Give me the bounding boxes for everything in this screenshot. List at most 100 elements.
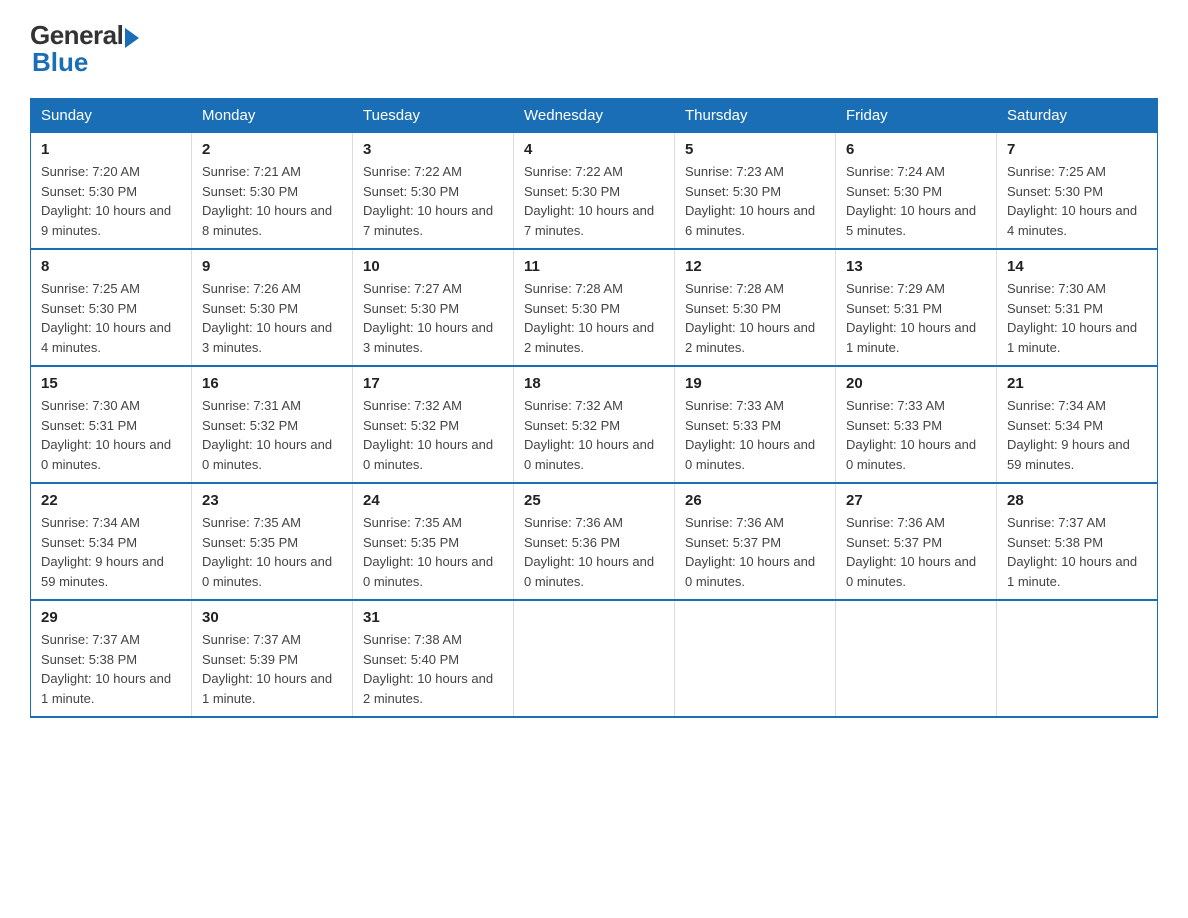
day-info: Sunrise: 7:38 AMSunset: 5:40 PMDaylight:… (363, 630, 503, 708)
day-number: 2 (202, 141, 342, 158)
day-number: 24 (363, 492, 503, 509)
calendar-cell (836, 600, 997, 717)
logo: General Blue (30, 20, 139, 78)
calendar-cell: 4 Sunrise: 7:22 AMSunset: 5:30 PMDayligh… (514, 133, 675, 250)
header-tuesday: Tuesday (353, 99, 514, 133)
calendar-cell: 15 Sunrise: 7:30 AMSunset: 5:31 PMDaylig… (31, 366, 192, 483)
day-info: Sunrise: 7:22 AMSunset: 5:30 PMDaylight:… (363, 162, 503, 240)
calendar-week-row: 8 Sunrise: 7:25 AMSunset: 5:30 PMDayligh… (31, 249, 1158, 366)
calendar-week-row: 1 Sunrise: 7:20 AMSunset: 5:30 PMDayligh… (31, 133, 1158, 250)
day-info: Sunrise: 7:35 AMSunset: 5:35 PMDaylight:… (363, 513, 503, 591)
day-info: Sunrise: 7:35 AMSunset: 5:35 PMDaylight:… (202, 513, 342, 591)
calendar-cell: 21 Sunrise: 7:34 AMSunset: 5:34 PMDaylig… (997, 366, 1158, 483)
calendar-cell: 20 Sunrise: 7:33 AMSunset: 5:33 PMDaylig… (836, 366, 997, 483)
header-monday: Monday (192, 99, 353, 133)
calendar-cell: 1 Sunrise: 7:20 AMSunset: 5:30 PMDayligh… (31, 133, 192, 250)
day-number: 10 (363, 258, 503, 275)
day-number: 29 (41, 609, 181, 626)
day-info: Sunrise: 7:23 AMSunset: 5:30 PMDaylight:… (685, 162, 825, 240)
day-info: Sunrise: 7:25 AMSunset: 5:30 PMDaylight:… (41, 279, 181, 357)
day-info: Sunrise: 7:27 AMSunset: 5:30 PMDaylight:… (363, 279, 503, 357)
day-info: Sunrise: 7:21 AMSunset: 5:30 PMDaylight:… (202, 162, 342, 240)
calendar-cell: 26 Sunrise: 7:36 AMSunset: 5:37 PMDaylig… (675, 483, 836, 600)
calendar-cell: 19 Sunrise: 7:33 AMSunset: 5:33 PMDaylig… (675, 366, 836, 483)
day-info: Sunrise: 7:32 AMSunset: 5:32 PMDaylight:… (524, 396, 664, 474)
calendar-cell: 30 Sunrise: 7:37 AMSunset: 5:39 PMDaylig… (192, 600, 353, 717)
day-number: 7 (1007, 141, 1147, 158)
day-info: Sunrise: 7:30 AMSunset: 5:31 PMDaylight:… (41, 396, 181, 474)
day-number: 28 (1007, 492, 1147, 509)
day-info: Sunrise: 7:28 AMSunset: 5:30 PMDaylight:… (685, 279, 825, 357)
calendar-cell: 2 Sunrise: 7:21 AMSunset: 5:30 PMDayligh… (192, 133, 353, 250)
day-info: Sunrise: 7:28 AMSunset: 5:30 PMDaylight:… (524, 279, 664, 357)
calendar-cell: 16 Sunrise: 7:31 AMSunset: 5:32 PMDaylig… (192, 366, 353, 483)
calendar-cell: 6 Sunrise: 7:24 AMSunset: 5:30 PMDayligh… (836, 133, 997, 250)
day-info: Sunrise: 7:30 AMSunset: 5:31 PMDaylight:… (1007, 279, 1147, 357)
day-number: 15 (41, 375, 181, 392)
header-wednesday: Wednesday (514, 99, 675, 133)
calendar-week-row: 22 Sunrise: 7:34 AMSunset: 5:34 PMDaylig… (31, 483, 1158, 600)
calendar-cell: 13 Sunrise: 7:29 AMSunset: 5:31 PMDaylig… (836, 249, 997, 366)
day-info: Sunrise: 7:36 AMSunset: 5:37 PMDaylight:… (685, 513, 825, 591)
calendar-cell: 22 Sunrise: 7:34 AMSunset: 5:34 PMDaylig… (31, 483, 192, 600)
calendar-cell (514, 600, 675, 717)
logo-blue-text: Blue (32, 47, 88, 78)
page-header: General Blue (30, 20, 1158, 78)
calendar-table: SundayMondayTuesdayWednesdayThursdayFrid… (30, 98, 1158, 718)
calendar-cell: 31 Sunrise: 7:38 AMSunset: 5:40 PMDaylig… (353, 600, 514, 717)
day-number: 13 (846, 258, 986, 275)
day-number: 18 (524, 375, 664, 392)
day-info: Sunrise: 7:33 AMSunset: 5:33 PMDaylight:… (846, 396, 986, 474)
calendar-cell: 14 Sunrise: 7:30 AMSunset: 5:31 PMDaylig… (997, 249, 1158, 366)
calendar-cell: 8 Sunrise: 7:25 AMSunset: 5:30 PMDayligh… (31, 249, 192, 366)
day-number: 19 (685, 375, 825, 392)
calendar-header-row: SundayMondayTuesdayWednesdayThursdayFrid… (31, 99, 1158, 133)
day-info: Sunrise: 7:34 AMSunset: 5:34 PMDaylight:… (41, 513, 181, 591)
day-info: Sunrise: 7:36 AMSunset: 5:37 PMDaylight:… (846, 513, 986, 591)
day-number: 21 (1007, 375, 1147, 392)
day-info: Sunrise: 7:37 AMSunset: 5:38 PMDaylight:… (1007, 513, 1147, 591)
day-info: Sunrise: 7:34 AMSunset: 5:34 PMDaylight:… (1007, 396, 1147, 474)
day-number: 1 (41, 141, 181, 158)
day-number: 12 (685, 258, 825, 275)
day-info: Sunrise: 7:37 AMSunset: 5:39 PMDaylight:… (202, 630, 342, 708)
header-saturday: Saturday (997, 99, 1158, 133)
calendar-cell: 11 Sunrise: 7:28 AMSunset: 5:30 PMDaylig… (514, 249, 675, 366)
calendar-week-row: 29 Sunrise: 7:37 AMSunset: 5:38 PMDaylig… (31, 600, 1158, 717)
day-number: 22 (41, 492, 181, 509)
day-info: Sunrise: 7:32 AMSunset: 5:32 PMDaylight:… (363, 396, 503, 474)
logo-arrow-icon (125, 28, 139, 48)
calendar-cell: 24 Sunrise: 7:35 AMSunset: 5:35 PMDaylig… (353, 483, 514, 600)
day-number: 23 (202, 492, 342, 509)
calendar-cell: 17 Sunrise: 7:32 AMSunset: 5:32 PMDaylig… (353, 366, 514, 483)
day-info: Sunrise: 7:33 AMSunset: 5:33 PMDaylight:… (685, 396, 825, 474)
calendar-cell: 10 Sunrise: 7:27 AMSunset: 5:30 PMDaylig… (353, 249, 514, 366)
calendar-cell: 7 Sunrise: 7:25 AMSunset: 5:30 PMDayligh… (997, 133, 1158, 250)
day-number: 4 (524, 141, 664, 158)
calendar-cell: 29 Sunrise: 7:37 AMSunset: 5:38 PMDaylig… (31, 600, 192, 717)
day-number: 17 (363, 375, 503, 392)
calendar-cell: 9 Sunrise: 7:26 AMSunset: 5:30 PMDayligh… (192, 249, 353, 366)
day-info: Sunrise: 7:26 AMSunset: 5:30 PMDaylight:… (202, 279, 342, 357)
calendar-cell: 27 Sunrise: 7:36 AMSunset: 5:37 PMDaylig… (836, 483, 997, 600)
calendar-cell: 12 Sunrise: 7:28 AMSunset: 5:30 PMDaylig… (675, 249, 836, 366)
day-number: 31 (363, 609, 503, 626)
day-info: Sunrise: 7:22 AMSunset: 5:30 PMDaylight:… (524, 162, 664, 240)
day-number: 25 (524, 492, 664, 509)
header-thursday: Thursday (675, 99, 836, 133)
day-info: Sunrise: 7:24 AMSunset: 5:30 PMDaylight:… (846, 162, 986, 240)
day-number: 26 (685, 492, 825, 509)
day-number: 30 (202, 609, 342, 626)
calendar-cell (675, 600, 836, 717)
calendar-cell: 18 Sunrise: 7:32 AMSunset: 5:32 PMDaylig… (514, 366, 675, 483)
day-info: Sunrise: 7:29 AMSunset: 5:31 PMDaylight:… (846, 279, 986, 357)
day-number: 3 (363, 141, 503, 158)
day-number: 8 (41, 258, 181, 275)
calendar-cell (997, 600, 1158, 717)
calendar-cell: 25 Sunrise: 7:36 AMSunset: 5:36 PMDaylig… (514, 483, 675, 600)
header-sunday: Sunday (31, 99, 192, 133)
calendar-cell: 23 Sunrise: 7:35 AMSunset: 5:35 PMDaylig… (192, 483, 353, 600)
day-number: 16 (202, 375, 342, 392)
day-number: 5 (685, 141, 825, 158)
day-info: Sunrise: 7:20 AMSunset: 5:30 PMDaylight:… (41, 162, 181, 240)
